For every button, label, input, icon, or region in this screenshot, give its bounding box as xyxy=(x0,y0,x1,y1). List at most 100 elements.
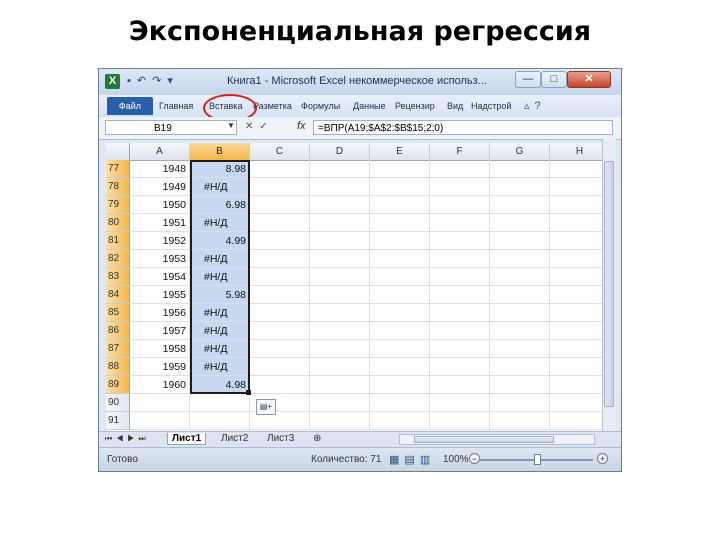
cell-empty[interactable] xyxy=(370,304,430,322)
cell-empty[interactable] xyxy=(250,376,310,394)
cell-empty[interactable] xyxy=(550,178,602,196)
cell-a[interactable]: 1950 xyxy=(130,196,190,214)
row-header[interactable]: 78 xyxy=(106,178,130,196)
cell-empty[interactable] xyxy=(550,322,602,340)
cell-b[interactable] xyxy=(190,412,250,430)
tab-addins[interactable]: Надстрой xyxy=(471,101,511,111)
cell-empty[interactable] xyxy=(370,268,430,286)
cell-empty[interactable] xyxy=(250,250,310,268)
cell-empty[interactable] xyxy=(550,214,602,232)
cell-empty[interactable] xyxy=(490,286,550,304)
cell-empty[interactable] xyxy=(310,376,370,394)
row-header[interactable]: 86 xyxy=(106,322,130,340)
cell-empty[interactable] xyxy=(250,358,310,376)
cell-empty[interactable] xyxy=(550,286,602,304)
cancel-entry-icon[interactable]: ✕ xyxy=(245,121,259,132)
row-header[interactable]: 80 xyxy=(106,214,130,232)
cell-empty[interactable] xyxy=(430,268,490,286)
cell-empty[interactable] xyxy=(430,322,490,340)
cell-empty[interactable] xyxy=(550,304,602,322)
column-header-b[interactable]: B xyxy=(190,143,250,160)
tab-page-layout[interactable]: Разметка xyxy=(253,101,292,111)
cell-empty[interactable] xyxy=(430,232,490,250)
cell-empty[interactable] xyxy=(430,214,490,232)
row-header[interactable]: 88 xyxy=(106,358,130,376)
cell-empty[interactable] xyxy=(370,232,430,250)
normal-view-icon[interactable]: ▦ xyxy=(389,454,404,466)
cell-a[interactable]: 1954 xyxy=(130,268,190,286)
cell-empty[interactable] xyxy=(310,214,370,232)
cell-empty[interactable] xyxy=(370,178,430,196)
row-header[interactable]: 90 xyxy=(106,394,130,412)
name-box[interactable]: B19 xyxy=(105,120,237,135)
cell-empty[interactable] xyxy=(550,250,602,268)
cell-b[interactable]: #Н/Д xyxy=(190,250,250,268)
cell-empty[interactable] xyxy=(250,268,310,286)
column-header-d[interactable]: D xyxy=(310,143,370,160)
zoom-in-button[interactable]: + xyxy=(597,453,608,464)
cell-empty[interactable] xyxy=(370,322,430,340)
cell-empty[interactable] xyxy=(550,376,602,394)
cell-empty[interactable] xyxy=(430,376,490,394)
column-header-e[interactable]: E xyxy=(370,143,430,160)
vertical-scroll-thumb[interactable] xyxy=(604,161,614,407)
paste-options-icon[interactable]: ▤+ xyxy=(256,399,276,415)
cell-empty[interactable] xyxy=(550,160,602,178)
cell-empty[interactable] xyxy=(490,178,550,196)
cell-a[interactable]: 1951 xyxy=(130,214,190,232)
cell-empty[interactable] xyxy=(550,358,602,376)
maximize-button[interactable]: □ xyxy=(541,71,567,88)
tab-review[interactable]: Рецензир xyxy=(395,101,435,111)
insert-sheet-icon[interactable]: ⊕ xyxy=(313,433,321,444)
tab-formulas[interactable]: Формулы xyxy=(301,101,340,111)
cell-empty[interactable] xyxy=(430,394,490,412)
tab-home[interactable]: Главная xyxy=(159,101,193,111)
cell-empty[interactable] xyxy=(490,376,550,394)
cell-b[interactable]: #Н/Д xyxy=(190,178,250,196)
cell-empty[interactable] xyxy=(250,232,310,250)
cell-b[interactable]: 4.99 xyxy=(190,232,250,250)
horizontal-scroll-thumb[interactable] xyxy=(414,436,554,443)
column-header-h[interactable]: H xyxy=(550,143,602,160)
cell-empty[interactable] xyxy=(550,394,602,412)
cell-a[interactable]: 1960 xyxy=(130,376,190,394)
cell-a[interactable]: 1948 xyxy=(130,160,190,178)
sheet-tab-1[interactable]: Лист1 xyxy=(167,433,207,445)
cell-a[interactable] xyxy=(130,412,190,430)
column-header-c[interactable]: C xyxy=(250,143,310,160)
cell-empty[interactable] xyxy=(310,178,370,196)
row-header[interactable]: 77 xyxy=(106,160,130,178)
cell-empty[interactable] xyxy=(550,268,602,286)
cell-empty[interactable] xyxy=(490,412,550,430)
formula-input[interactable]: =ВПР(A19;$A$2:$B$15;2;0) xyxy=(313,120,613,135)
cell-empty[interactable] xyxy=(490,250,550,268)
tab-view[interactable]: Вид xyxy=(447,101,463,111)
cell-a[interactable]: 1956 xyxy=(130,304,190,322)
cell-b[interactable]: #Н/Д xyxy=(190,322,250,340)
column-header-a[interactable]: A xyxy=(130,143,190,160)
cell-empty[interactable] xyxy=(370,214,430,232)
cell-empty[interactable] xyxy=(310,232,370,250)
confirm-entry-icon[interactable]: ✓ xyxy=(259,121,273,132)
select-all-corner[interactable] xyxy=(106,143,130,160)
cell-empty[interactable] xyxy=(370,358,430,376)
cell-empty[interactable] xyxy=(490,340,550,358)
cell-empty[interactable] xyxy=(310,340,370,358)
cell-empty[interactable] xyxy=(370,394,430,412)
cell-empty[interactable] xyxy=(250,178,310,196)
cell-empty[interactable] xyxy=(490,196,550,214)
tab-file[interactable]: Файл xyxy=(107,97,153,115)
cell-empty[interactable] xyxy=(490,358,550,376)
cell-b[interactable]: 4.98 xyxy=(190,376,250,394)
cell-a[interactable]: 1953 xyxy=(130,250,190,268)
cell-b[interactable]: 8.98 xyxy=(190,160,250,178)
cell-empty[interactable] xyxy=(370,340,430,358)
cell-b[interactable]: 6.98 xyxy=(190,196,250,214)
sheet-nav-arrows[interactable]: ⏮◀▶⏭ xyxy=(105,434,150,444)
cell-empty[interactable] xyxy=(550,232,602,250)
cell-empty[interactable] xyxy=(490,304,550,322)
cell-empty[interactable] xyxy=(250,286,310,304)
minimize-button[interactable]: — xyxy=(515,71,541,88)
sheet-tab-2[interactable]: Лист2 xyxy=(221,433,248,444)
save-icon[interactable]: ▪ xyxy=(127,75,137,87)
